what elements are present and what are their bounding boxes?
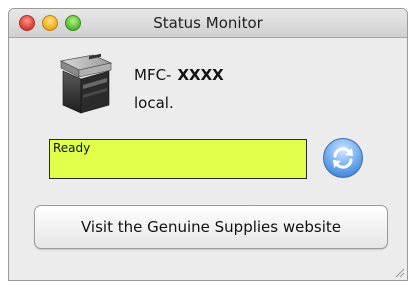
model-name: XXXX (177, 66, 224, 84)
refresh-button[interactable] (323, 138, 363, 178)
refresh-icon (333, 147, 353, 169)
window-title: Status Monitor (153, 14, 263, 32)
resize-grip-icon[interactable] (393, 266, 405, 278)
model-prefix: MFC- (134, 66, 172, 84)
title-bar[interactable]: Status Monitor (9, 9, 407, 38)
device-host: local. (134, 94, 174, 112)
status-text: Ready (53, 141, 91, 155)
visit-supplies-website-button[interactable]: Visit the Genuine Supplies website (34, 205, 388, 249)
printer-icon (53, 51, 115, 115)
device-model: MFC- XXXX (134, 66, 224, 84)
status-indicator: Ready (49, 139, 307, 179)
status-monitor-window: Status Monitor MFC- XXXX local. Ready Vi… (8, 8, 408, 281)
